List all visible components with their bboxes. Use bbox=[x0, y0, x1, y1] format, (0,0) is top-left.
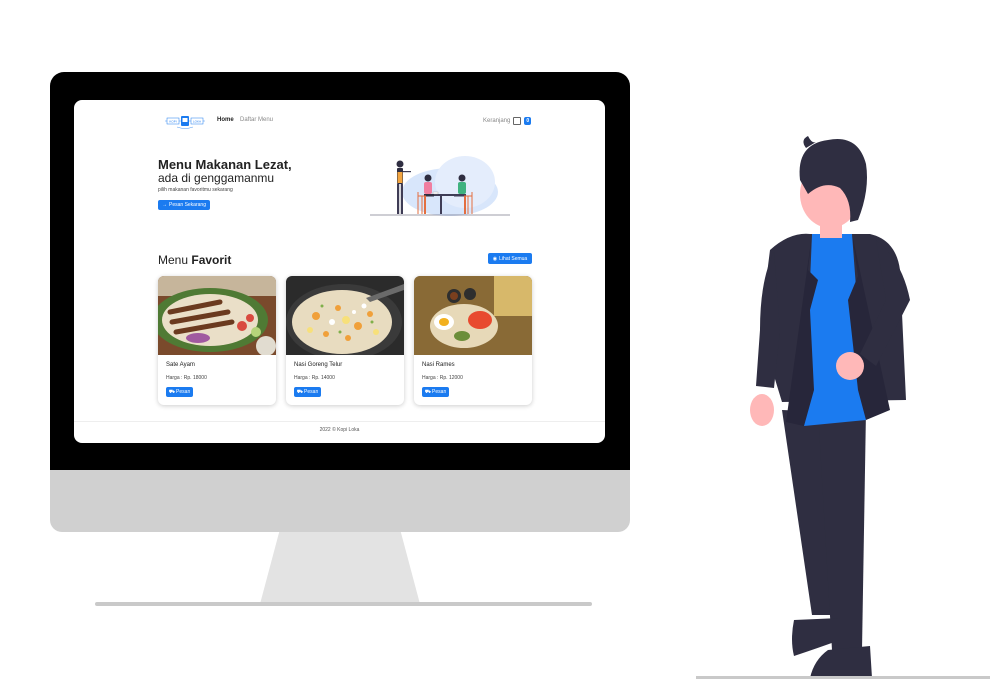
cart-icon: ⛟ bbox=[168, 388, 176, 395]
order-button-label: Pesan bbox=[176, 389, 191, 395]
menu-item-name: Nasi Rames bbox=[422, 362, 455, 368]
svg-text:KOPI: KOPI bbox=[169, 120, 176, 124]
order-button[interactable]: ⛟ Pesan bbox=[294, 387, 321, 397]
order-button-label: Pesan bbox=[304, 389, 319, 395]
nav-home-link[interactable]: Home bbox=[217, 117, 234, 123]
scene: KOPI LOKA Home Daftar Menu Keranjang 0 M… bbox=[0, 0, 990, 680]
hero-title: Menu Makanan Lezat, bbox=[158, 157, 292, 172]
menu-item-price: Harga : Rp. 12000 bbox=[422, 375, 463, 381]
order-now-button[interactable]: → Pesan Sekarang bbox=[158, 200, 210, 210]
nasi-rames-photo bbox=[414, 276, 532, 355]
brand-logo[interactable]: KOPI LOKA bbox=[165, 113, 205, 131]
cart-icon bbox=[513, 117, 522, 125]
menu-card: Nasi Goreng Telur Harga : Rp. 14000 ⛟ Pe… bbox=[286, 276, 404, 405]
svg-text:LOKA: LOKA bbox=[193, 120, 201, 124]
cart-icon: ⛟ bbox=[424, 388, 432, 395]
menu-card: Nasi Rames Harga : Rp. 12000 ⛟ Pesan bbox=[414, 276, 532, 405]
menu-item-price: Harga : Rp. 14000 bbox=[294, 375, 335, 381]
hero-illustration bbox=[370, 156, 510, 216]
menu-item-price: Harga : Rp. 18000 bbox=[166, 375, 207, 381]
eye-icon: ◉ bbox=[492, 255, 498, 262]
footer-divider bbox=[74, 421, 605, 422]
person-illustration bbox=[750, 136, 910, 678]
nasi-goreng-telur-photo bbox=[286, 276, 404, 360]
navbar: KOPI LOKA Home Daftar Menu Keranjang 0 bbox=[74, 100, 605, 142]
monitor-chin bbox=[50, 470, 630, 532]
favorites-title-light: Menu bbox=[158, 253, 189, 267]
monitor-base bbox=[95, 602, 592, 606]
see-all-label: Lihat Semua bbox=[499, 255, 528, 262]
see-all-button[interactable]: ◉ Lihat Semua bbox=[488, 253, 532, 264]
order-button[interactable]: ⛟ Pesan bbox=[422, 387, 449, 397]
favorites-title: Menu Favorit bbox=[158, 253, 231, 267]
monitor-screen: KOPI LOKA Home Daftar Menu Keranjang 0 M… bbox=[74, 100, 605, 443]
arrow-right-icon: → bbox=[162, 202, 167, 208]
cart-icon: ⛟ bbox=[296, 388, 304, 395]
hero-description: pilih makanan favoritmu sekarang bbox=[158, 187, 233, 193]
cart-label: Keranjang bbox=[483, 118, 511, 124]
hero-subtitle: ada di genggamanmu bbox=[158, 171, 275, 185]
favorites-title-bold: Favorit bbox=[191, 253, 232, 267]
order-now-label: Pesan Sekarang bbox=[169, 202, 206, 208]
menu-item-name: Nasi Goreng Telur bbox=[294, 362, 343, 368]
sate-ayam-photo bbox=[158, 276, 276, 356]
ground-line bbox=[696, 676, 990, 679]
monitor-stand bbox=[260, 532, 420, 604]
cart-link[interactable]: Keranjang 0 bbox=[483, 117, 532, 125]
order-button-label: Pesan bbox=[432, 389, 447, 395]
cart-count-badge: 0 bbox=[524, 117, 532, 125]
menu-item-name: Sate Ayam bbox=[166, 362, 195, 368]
menu-card: Sate Ayam Harga : Rp. 18000 ⛟ Pesan bbox=[158, 276, 276, 405]
footer-text: 2022 © Kopi Loka bbox=[319, 427, 360, 433]
order-button[interactable]: ⛟ Pesan bbox=[166, 387, 193, 397]
nav-menu-link[interactable]: Daftar Menu bbox=[240, 117, 273, 123]
